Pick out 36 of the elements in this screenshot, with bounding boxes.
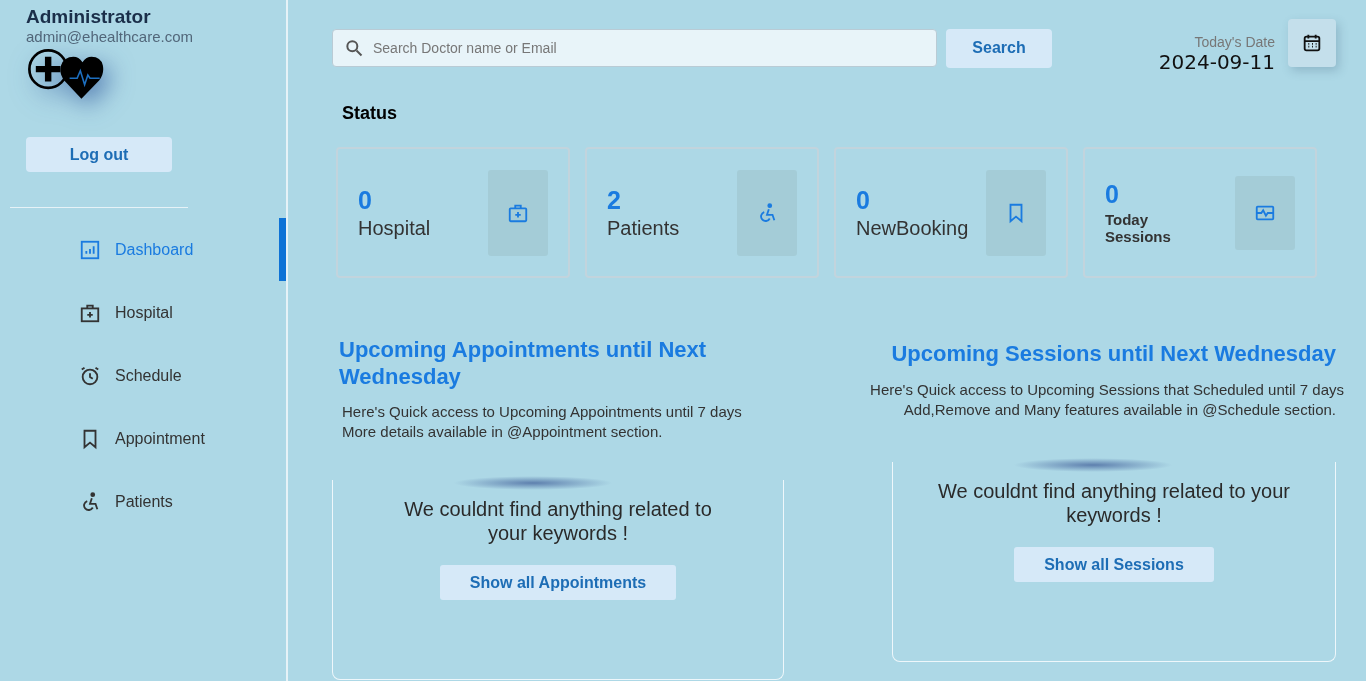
status-heading: Status xyxy=(342,103,398,124)
show-all-button[interactable]: Show all Sessions xyxy=(1014,547,1214,582)
nav-item[interactable]: Hospital xyxy=(0,281,286,344)
search-icon xyxy=(344,38,364,58)
stat-label: Hospital xyxy=(358,216,431,240)
date-label: Today's Date xyxy=(1193,34,1275,50)
section-heading: Upcoming Appointments until Next Wednesday xyxy=(339,336,708,391)
section-heading: Upcoming Sessions until Next Wednesday xyxy=(890,340,1336,368)
calendar-icon xyxy=(1301,32,1323,54)
logout-button[interactable]: Log out xyxy=(26,137,172,172)
nav-item[interactable]: Patients xyxy=(0,470,286,533)
section-description: Here's Quick access to Upcoming Appointments until 7 days xyxy=(342,402,743,422)
stat-label: Today Sessions xyxy=(1105,211,1172,245)
alarm-clock-icon xyxy=(79,364,101,387)
nav-item[interactable]: Dashboard xyxy=(0,218,286,281)
nav-item[interactable]: Schedule xyxy=(0,344,286,407)
stat-label: NewBooking xyxy=(856,216,969,240)
show-all-button[interactable]: Show all Appointments xyxy=(439,565,677,600)
stat-count: 0 xyxy=(1105,180,1120,209)
stat-label: Patients xyxy=(607,216,680,240)
chart-icon xyxy=(79,238,101,261)
nav-item[interactable]: Appointment xyxy=(0,407,286,470)
calendar-button[interactable] xyxy=(1288,19,1336,67)
profile-email: admin@ehealthcare.com xyxy=(26,28,194,45)
section-description: More details available in @Appointment section. xyxy=(342,422,664,442)
section-description: Add,Remove and Many features available in @Schedule section. xyxy=(902,400,1336,420)
section-description: Here's Quick access to Upcoming Sessions that Scheduled until 7 days xyxy=(869,380,1344,400)
stat-count: 2 xyxy=(607,185,622,215)
empty-message: We couldnt find anything related to your keywords ! xyxy=(936,479,1292,527)
search-button[interactable]: Search xyxy=(946,28,1052,68)
empty-message: We couldnt find anything related to your keywords ! xyxy=(403,497,713,545)
stat-count: 0 xyxy=(358,185,373,215)
stat-count: 0 xyxy=(856,185,871,215)
date-value: 2024-09-11 xyxy=(1158,50,1275,74)
search-field[interactable]: Search Doctor name or Email xyxy=(332,29,937,67)
profile-name: Administrator xyxy=(26,6,152,28)
